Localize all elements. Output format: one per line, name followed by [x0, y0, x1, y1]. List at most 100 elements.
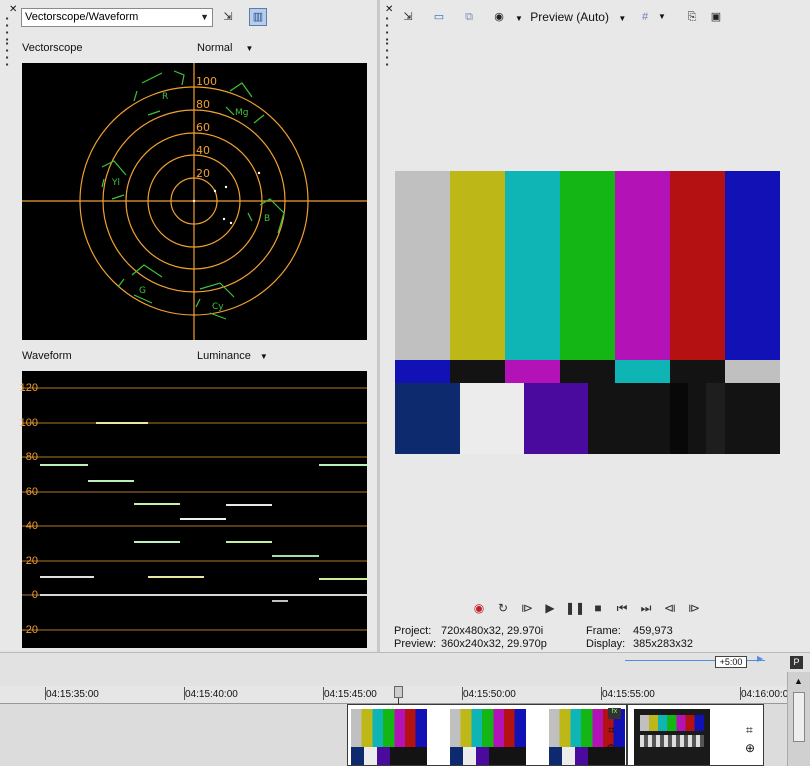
- save-snapshot-icon[interactable]: ▣: [707, 8, 725, 26]
- event-fx-icon[interactable]: fx: [608, 708, 621, 719]
- next-frame-icon[interactable]: ⧐: [685, 600, 703, 616]
- vectorscope-display: 100 80 60 40 20 R Mg B Cy G Yl: [22, 63, 367, 340]
- chevron-down-icon[interactable]: ▼: [658, 12, 666, 21]
- frame-value: 459,973: [633, 625, 673, 637]
- target-label-cy: Cy: [212, 302, 224, 312]
- drag-grip-icon[interactable]: ▪ ▪ ▪ ▪: [383, 40, 391, 69]
- pluge-bar: [395, 383, 460, 454]
- clip-thumbnail-bottom: [450, 747, 526, 765]
- video-clip[interactable]: fx ⌗ ⊕: [347, 704, 627, 766]
- pan-crop-icon[interactable]: ⊕: [606, 741, 616, 755]
- waveform-mode-value: Luminance: [197, 350, 251, 362]
- export-scope-icon[interactable]: ⇲: [219, 8, 237, 26]
- ring-label-100: 100: [196, 75, 217, 88]
- video-scopes-panel: ✕ ▪ ▪ ▪ ▪ ▪ ▪ ▪ ▪ Vectorscope/Waveform ▼ ⇲ ▥ V…: [0, 0, 377, 650]
- video-preview-frame: [395, 171, 780, 454]
- waveform-display: [22, 371, 367, 648]
- video-clip[interactable]: ⌗ ⊕: [627, 704, 764, 766]
- castellation-bar: [505, 360, 560, 383]
- color-bar: [560, 171, 615, 360]
- preview-quality-value: Preview (Auto): [530, 10, 609, 24]
- target-label-g: G: [139, 286, 146, 296]
- color-bar: [450, 171, 505, 360]
- vectorscope-mode-select[interactable]: Normal ▼: [197, 42, 253, 54]
- timeline-vertical-scrollbar[interactable]: ▲: [787, 672, 810, 766]
- pluge-bar: [688, 383, 706, 454]
- scroll-up-icon[interactable]: ▲: [794, 676, 803, 686]
- drag-grip-icon[interactable]: ▪ ▪ ▪ ▪: [3, 40, 11, 69]
- castellation-bar: [560, 360, 615, 383]
- frame-label: Frame:: [586, 625, 621, 637]
- castellation-bar: [450, 360, 505, 383]
- chevron-down-icon: ▼: [259, 352, 268, 361]
- pluge-bar: [460, 383, 524, 454]
- waveform-axis-label: 120: [19, 382, 38, 394]
- chevron-down-icon: ▼: [515, 14, 523, 23]
- waveform-label: Waveform: [22, 350, 72, 362]
- crop-icon[interactable]: ⌗: [608, 723, 615, 738]
- playhead-handle[interactable]: [394, 686, 403, 698]
- scope-type-dropdown[interactable]: Vectorscope/Waveform ▼: [21, 8, 213, 27]
- vectorscope-mode-value: Normal: [197, 42, 233, 54]
- scope-type-value: Vectorscope/Waveform: [25, 11, 139, 23]
- pluge-bar: [524, 383, 588, 454]
- pluge-bar: [588, 383, 670, 454]
- waveform-mode-select[interactable]: Luminance ▼: [197, 350, 268, 362]
- overlays-grid-icon[interactable]: #: [636, 8, 654, 26]
- target-label-r: R: [162, 92, 168, 102]
- scroll-thumb[interactable]: [793, 692, 805, 742]
- vectorscope-label: Vectorscope: [22, 42, 83, 54]
- video-effects-icon[interactable]: ◉: [490, 8, 508, 26]
- castellation-bar: [670, 360, 725, 383]
- display-label: Display:: [586, 638, 626, 650]
- waveform-axis-label: 0: [31, 589, 38, 601]
- video-preview-panel: ✕ ▪ ▪ ▪ ▪ ▪ ▪ ▪ ▪ ⇲ ▭ ⧉ ◉ ▼ Preview (Auto) ▼ #…: [380, 0, 810, 652]
- zoom-range-label: +5:00: [715, 656, 747, 668]
- castellation-bar: [395, 360, 450, 383]
- castellation-bar: [615, 360, 670, 383]
- pause-icon[interactable]: ❚❚: [565, 600, 585, 616]
- chevron-down-icon: ▼: [245, 44, 254, 53]
- ruler-timecode: 04:15:50:00: [463, 689, 516, 700]
- stop-icon[interactable]: ■: [589, 600, 607, 616]
- zoom-range-value: +5:00: [719, 657, 743, 667]
- marker-flag-icon[interactable]: P: [790, 656, 803, 669]
- play-from-start-icon[interactable]: ⧐: [518, 600, 536, 616]
- preview-properties-icon[interactable]: ⇲: [399, 8, 417, 26]
- waveform-axis-label: 20: [25, 555, 38, 567]
- color-bar: [505, 171, 560, 360]
- preview-label: Preview:: [394, 638, 437, 650]
- preview-value: 360x240x32, 29.970p: [441, 638, 547, 650]
- go-to-start-icon[interactable]: ⏮: [613, 600, 631, 616]
- pan-crop-icon[interactable]: ⊕: [745, 741, 755, 755]
- timeline-header: [0, 652, 810, 686]
- ruler-timecode: 04:15:55:00: [602, 689, 655, 700]
- chevron-down-icon: ▼: [618, 14, 627, 23]
- display-value: 385x283x32: [633, 638, 693, 650]
- waveform-axis-label: -20: [22, 624, 38, 636]
- update-scopes-icon[interactable]: ▥: [249, 8, 267, 26]
- loop-playback-icon[interactable]: ↻: [494, 600, 512, 616]
- target-label-mg: Mg: [235, 108, 248, 118]
- preview-quality-select[interactable]: ▼ Preview (Auto) ▼: [515, 10, 626, 24]
- chevron-right-icon: ▶: [757, 654, 764, 663]
- play-icon[interactable]: ▶: [541, 600, 559, 616]
- color-bar: [670, 171, 725, 360]
- copy-snapshot-icon[interactable]: ⎘: [683, 8, 701, 26]
- pluge-bar: [725, 383, 780, 454]
- crop-icon[interactable]: ⌗: [746, 723, 753, 738]
- external-monitor-icon[interactable]: ▭: [430, 8, 448, 26]
- waveform-axis-label: 40: [25, 520, 38, 532]
- ruler-timecode: 04:15:45:00: [324, 689, 377, 700]
- split-screen-icon[interactable]: ⧉: [460, 8, 478, 26]
- target-label-b: B: [264, 214, 270, 224]
- ruler-timecode: 04:15:40:00: [185, 689, 238, 700]
- ring-label-40: 40: [196, 144, 210, 157]
- previous-frame-icon[interactable]: ⧏: [661, 600, 679, 616]
- waveform-axis-label: 60: [25, 486, 38, 498]
- record-icon[interactable]: ◉: [470, 600, 488, 616]
- close-icon[interactable]: ✕: [9, 4, 17, 15]
- ring-label-80: 80: [196, 98, 210, 111]
- go-to-end-icon[interactable]: ⏭: [637, 600, 655, 616]
- project-value: 720x480x32, 29.970i: [441, 625, 544, 637]
